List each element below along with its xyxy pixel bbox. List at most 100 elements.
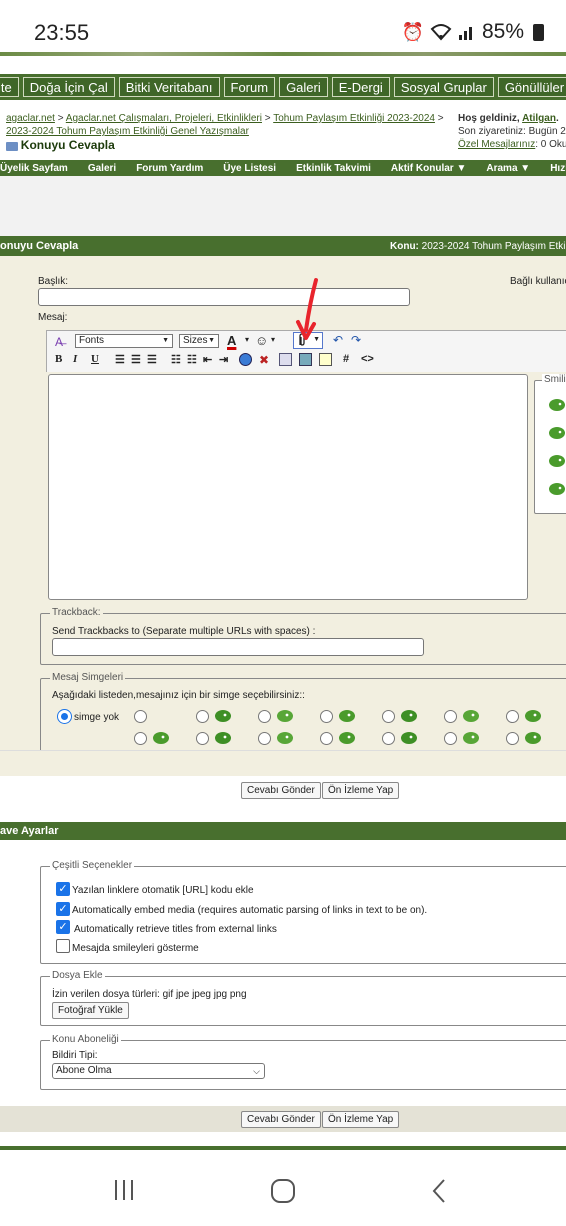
subnav-item[interactable]: Üye Listesi: [223, 163, 276, 174]
nav-item[interactable]: Doğa İçin Çal: [22, 77, 115, 97]
smiley-menu-icon[interactable]: ☺: [255, 333, 268, 348]
leaf-smiley-icon: [401, 732, 417, 744]
quote-icon[interactable]: [319, 353, 332, 366]
option-auto-url-checkbox[interactable]: ✓: [56, 882, 70, 896]
chevron-down-icon[interactable]: ▾: [245, 335, 249, 344]
leaf-smiley-icon[interactable]: [548, 424, 566, 440]
unordered-list-icon[interactable]: ☷: [187, 353, 197, 366]
hash-icon[interactable]: #: [343, 353, 349, 365]
spacer-area: [0, 176, 566, 236]
preview-button-bottom[interactable]: Ön İzleme Yap: [322, 1111, 400, 1128]
trackback-legend: Trackback:: [50, 607, 103, 618]
related-users-label: Bağlı kullanıcı: [510, 276, 566, 287]
breadcrumb-link[interactable]: Agaclar.net Çalışmaları, Projeleri, Etki…: [66, 113, 262, 124]
option-disable-smilies-checkbox[interactable]: [56, 939, 70, 953]
leaf-smiley-icon: [339, 732, 355, 744]
submit-reply-button[interactable]: Cevabı Gönder: [241, 782, 321, 799]
leaf-smiley-icon[interactable]: [548, 396, 566, 412]
font-select[interactable]: Fonts ▼: [75, 334, 173, 348]
link-icon[interactable]: [239, 353, 252, 366]
breadcrumb-link[interactable]: Tohum Paylaşım Etkinliği 2023-2024: [273, 113, 435, 124]
nav-item[interactable]: Bitki Veritabanı: [118, 77, 220, 97]
post-icon-radio[interactable]: [506, 710, 519, 723]
leaf-smiley-icon[interactable]: [548, 480, 566, 496]
page-title: Konuyu Cevapla: [20, 138, 115, 152]
allowed-types: İzin verilen dosya türleri: gif jpe jpeg…: [52, 989, 247, 1000]
subnav-item[interactable]: Forum Yardım: [136, 163, 203, 174]
post-icon-radio[interactable]: [444, 710, 457, 723]
subnav-item[interactable]: Aktif Konular ▼: [391, 163, 466, 174]
page: 23:55 ⏰ 85% ite Doğa İçin Çal Bitki Veri…: [0, 0, 566, 1226]
subnav-item[interactable]: Galeri: [88, 163, 116, 174]
unlink-icon[interactable]: ✖: [259, 353, 269, 367]
nav-item[interactable]: Galeri: [279, 77, 328, 97]
nav-item[interactable]: Sosyal Gruplar: [393, 77, 494, 97]
italic-icon[interactable]: I: [73, 353, 77, 365]
text-color-icon[interactable]: A: [227, 333, 236, 348]
alarm-icon: ⏰: [401, 21, 424, 42]
post-icon-radio[interactable]: [258, 710, 271, 723]
leaf-smiley-icon: [277, 710, 293, 722]
settings-header: ave Ayarlar: [0, 822, 566, 840]
post-icon-radio[interactable]: [320, 732, 333, 745]
post-icon-radio[interactable]: [320, 710, 333, 723]
post-icon-radio[interactable]: [382, 732, 395, 745]
leaf-smiley-icon[interactable]: [548, 452, 566, 468]
recent-apps-icon[interactable]: [112, 1178, 136, 1202]
user-link[interactable]: Atilgan: [522, 113, 556, 124]
back-icon[interactable]: [430, 1178, 448, 1204]
chevron-down-icon[interactable]: ▾: [271, 335, 275, 344]
home-icon[interactable]: [270, 1178, 296, 1204]
topic-label: Konu:: [390, 240, 419, 252]
bold-icon[interactable]: B: [55, 353, 62, 365]
message-editor[interactable]: [48, 374, 528, 600]
private-messages-link[interactable]: Özel Mesajlarınız: [458, 139, 535, 150]
post-icon-radio[interactable]: [258, 732, 271, 745]
post-icon-radio[interactable]: [196, 732, 209, 745]
submit-reply-button-bottom[interactable]: Cevabı Gönder: [241, 1111, 321, 1128]
redo-icon[interactable]: ↷: [351, 333, 361, 347]
option-embed-media-checkbox[interactable]: ✓: [56, 902, 70, 916]
nav-item[interactable]: Forum: [223, 77, 276, 97]
preview-button[interactable]: Ön İzleme Yap: [322, 782, 400, 799]
align-center-icon[interactable]: ☰: [131, 353, 141, 366]
reply-bottom-strip: [0, 750, 566, 776]
battery-percent: 85%: [481, 20, 524, 43]
nav-item[interactable]: ite: [0, 77, 19, 97]
subnav-item[interactable]: Hızlı U: [550, 163, 566, 174]
breadcrumb-link[interactable]: agaclar.net: [6, 113, 55, 124]
title-input[interactable]: [38, 288, 410, 306]
outdent-icon[interactable]: ⇤: [203, 353, 212, 366]
upload-photo-button[interactable]: Fotoğraf Yükle: [52, 1002, 129, 1019]
topic-name: 2023-2024 Tohum Paylaşım Etkinliği: [421, 240, 566, 252]
post-icon-radio[interactable]: [506, 732, 519, 745]
trackback-input[interactable]: [52, 638, 424, 656]
nav-item[interactable]: E-Dergi: [331, 77, 390, 97]
subnav-item[interactable]: Arama ▼: [486, 163, 530, 174]
image-icon[interactable]: [299, 353, 312, 366]
undo-icon[interactable]: ↶: [333, 333, 343, 347]
breadcrumb-link[interactable]: 2023-2024 Tohum Paylaşım Etkinliği Genel…: [6, 126, 249, 137]
pm-count: : 0 Okun: [535, 139, 566, 150]
nav-item[interactable]: Gönüllüler: [497, 77, 566, 97]
subnav-item[interactable]: Etkinlik Takvimi: [296, 163, 371, 174]
code-icon[interactable]: <>: [361, 353, 374, 365]
align-right-icon[interactable]: ☰: [147, 353, 157, 366]
option-retrieve-titles-checkbox[interactable]: ✓: [56, 920, 70, 934]
align-left-icon[interactable]: ☰: [115, 353, 125, 366]
remove-format-icon[interactable]: A̶: [55, 335, 69, 349]
indent-icon[interactable]: ⇥: [219, 353, 228, 366]
ordered-list-icon[interactable]: ☷: [171, 353, 181, 366]
icon-none-radio[interactable]: [58, 710, 71, 723]
post-icon-radio[interactable]: [196, 710, 209, 723]
post-icon-radio[interactable]: [134, 710, 147, 723]
notify-type-select[interactable]: Abone Olma ⌵: [52, 1063, 265, 1079]
post-icon-radio[interactable]: [134, 732, 147, 745]
post-icon-radio[interactable]: [444, 732, 457, 745]
email-icon[interactable]: [279, 353, 292, 366]
post-icon-radio[interactable]: [382, 710, 395, 723]
underline-icon[interactable]: U: [91, 353, 99, 365]
size-select[interactable]: Sizes ▼: [179, 334, 219, 348]
icon-none-label: simge yok: [74, 712, 120, 723]
subnav-item[interactable]: Üyelik Sayfam: [0, 163, 68, 174]
